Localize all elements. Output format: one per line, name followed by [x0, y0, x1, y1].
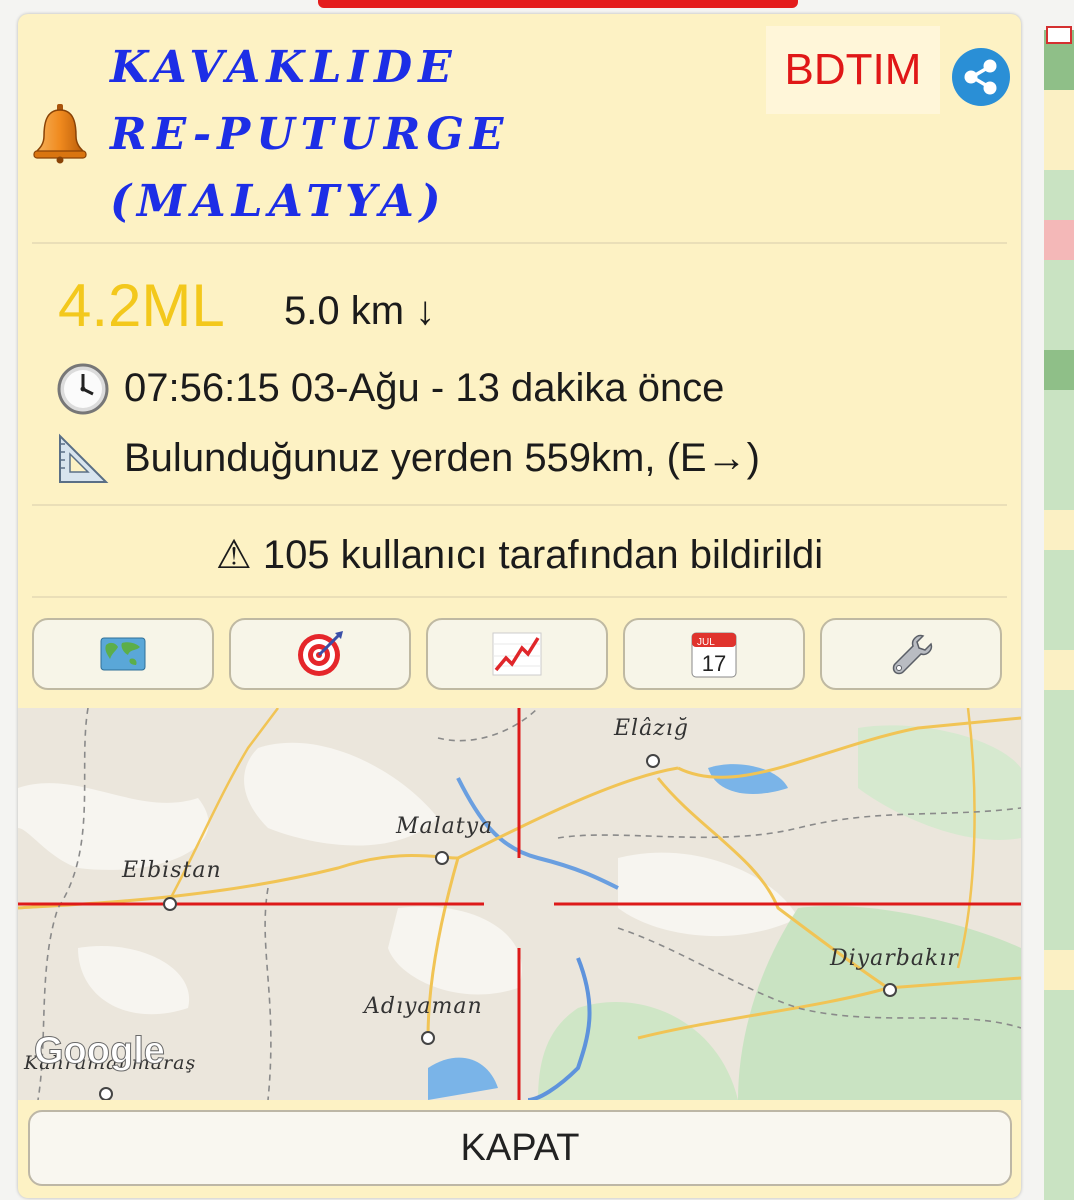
- calendar-month: JUL: [697, 637, 715, 648]
- chart-icon: [492, 632, 542, 676]
- map-button[interactable]: [32, 618, 214, 690]
- event-title: KAVAKLIDE RE-PUTURGE (MALATYA): [110, 34, 670, 235]
- earthquake-card: KAVAKLIDE RE-PUTURGE (MALATYA) BDTIM 4.2…: [18, 14, 1021, 1198]
- share-icon: [964, 59, 997, 95]
- close-button[interactable]: KAPAT: [28, 1110, 1012, 1186]
- title-line-2: RE-PUTURGE: [110, 109, 510, 160]
- event-distance: Bulunduğunuz yerden 559km, (E→): [124, 436, 760, 480]
- wrench-icon: [892, 634, 933, 675]
- event-time: 07:56:15 03-Ağu - 13 dakika önce: [124, 366, 725, 410]
- google-logo: Google: [34, 1030, 166, 1073]
- triangle-ruler-icon: [59, 433, 109, 483]
- settings-button[interactable]: [820, 618, 1002, 690]
- share-button[interactable]: [952, 48, 1010, 106]
- city-label-diyarbakir: Diyarbakır: [830, 946, 959, 971]
- divider: [32, 242, 1007, 244]
- target-button[interactable]: [229, 618, 411, 690]
- city-label-elazig: Elâzığ: [614, 716, 689, 741]
- title-line-1: KAVAKLIDE: [110, 42, 458, 93]
- city-label-malatya: Malatya: [396, 814, 494, 839]
- divider: [32, 504, 1007, 506]
- map-canvas: [18, 708, 1021, 1100]
- background-list-strip: [1044, 26, 1074, 1200]
- world-map-icon: [100, 637, 146, 671]
- title-line-3: (MALATYA): [110, 176, 447, 227]
- depth-value: 5.0 km ↓: [284, 289, 436, 333]
- target-icon: [298, 631, 343, 676]
- bell-icon: [33, 104, 87, 164]
- city-label-elbistan: Elbistan: [122, 858, 222, 883]
- calendar-icon: JUL 17: [691, 632, 737, 678]
- clock-icon: [57, 363, 109, 415]
- source-label[interactable]: BDTIM: [766, 26, 940, 114]
- city-label-adiyaman: Adıyaman: [364, 994, 483, 1019]
- calendar-day: 17: [702, 651, 726, 676]
- magnitude-value: 4.2ML: [58, 272, 225, 339]
- chart-button[interactable]: [426, 618, 608, 690]
- epicenter-map[interactable]: Elâzığ Malatya Elbistan Adıyaman Diyarba…: [18, 708, 1021, 1100]
- user-reports: ⚠ 105 kullanıcı tarafından bildirildi: [215, 533, 824, 577]
- top-red-strip: [318, 0, 798, 8]
- divider: [32, 596, 1007, 598]
- calendar-button[interactable]: JUL 17: [623, 618, 805, 690]
